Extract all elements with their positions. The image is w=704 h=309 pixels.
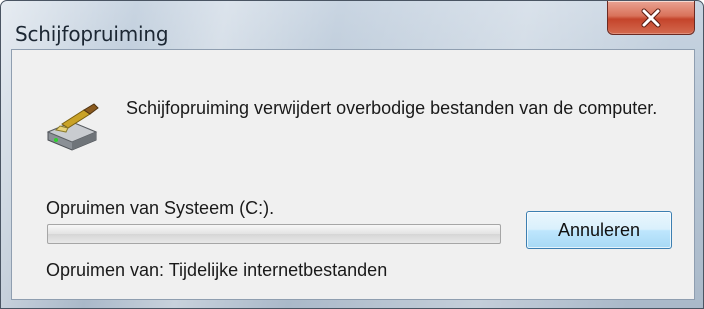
progress-bar: [47, 224, 501, 244]
description-text: Schijfopruiming verwijdert overbodige be…: [126, 98, 658, 118]
cancel-button[interactable]: Annuleren: [526, 211, 672, 249]
title-bar[interactable]: Schijfopruiming: [1, 1, 703, 46]
disk-cleanup-window: Schijfopruiming Schijfopruiming verwijde…: [0, 0, 704, 309]
dialog-body: Schijfopruiming verwijdert overbodige be…: [11, 49, 695, 300]
status-label: Opruimen van Systeem (C:).: [46, 198, 275, 218]
disk-cleanup-icon: [46, 103, 99, 151]
window-title: Schijfopruiming: [15, 22, 169, 46]
current-item-label: Opruimen van: Tijdelijke internetbestand…: [46, 260, 388, 280]
close-icon: [641, 8, 661, 27]
close-button[interactable]: [607, 1, 695, 35]
